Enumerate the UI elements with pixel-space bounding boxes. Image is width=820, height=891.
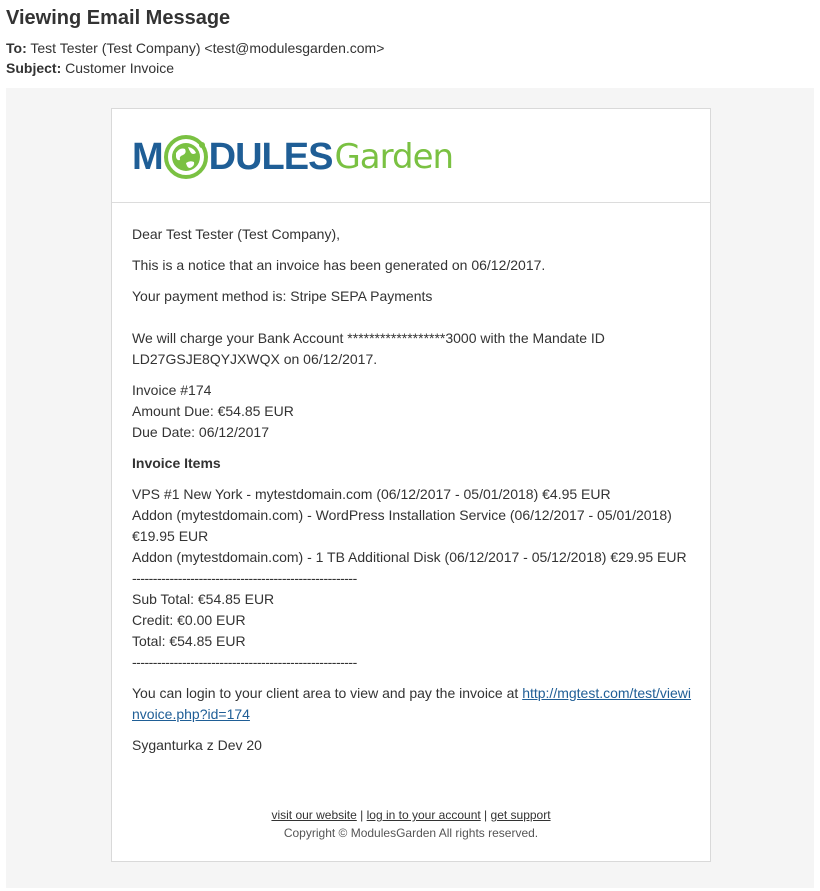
to-label: To:	[6, 40, 27, 56]
login-instructions: You can login to your client area to vie…	[132, 683, 697, 725]
footer-separator: |	[360, 808, 364, 822]
logo-text-garden: Garden	[334, 137, 454, 177]
get-support-link[interactable]: get support	[491, 808, 551, 822]
client-login-link[interactable]: log in to your account	[367, 808, 481, 822]
subject-value: Customer Invoice	[65, 60, 175, 76]
email-preview-frame: M DULES Garden Dear Test Tester (Test Co…	[6, 88, 814, 888]
footer-separator: |	[484, 808, 488, 822]
copyright-text: Copyright © ModulesGarden All rights res…	[283, 826, 539, 840]
credit: Credit: €0.00 EUR	[132, 612, 246, 628]
payment-method: Your payment method is: Stripe SEPA Paym…	[132, 288, 433, 304]
login-text: You can login to your client area to vie…	[132, 685, 523, 701]
invoice-item: Addon (mytestdomain.com) - WordPress Ins…	[132, 507, 672, 523]
total: Total: €54.85 EUR	[132, 633, 246, 649]
invoice-notice: This is a notice that an invoice has bee…	[132, 257, 546, 273]
logo-text-m: M	[132, 136, 164, 178]
greeting: Dear Test Tester (Test Company),	[132, 226, 341, 242]
email-footer: visit our website | log in to your accou…	[112, 806, 710, 842]
invoice-number: Invoice #174	[132, 382, 212, 398]
charge-line-2: LD27GSJE8QYJXWQX on 06/12/2017.	[132, 351, 378, 367]
invoice-summary: Invoice #174 Amount Due: €54.85 EUR Due …	[132, 380, 697, 443]
footer-links: visit our website | log in to your accou…	[112, 806, 710, 824]
email-card: M DULES Garden Dear Test Tester (Test Co…	[111, 108, 711, 862]
charge-line-1: We will charge your Bank Account *******…	[132, 330, 605, 346]
divider-line: ----------------------------------------…	[132, 654, 357, 670]
recipient-line: To: Test Tester (Test Company) <test@mod…	[6, 38, 384, 58]
invoice-items-heading: Invoice Items	[132, 455, 221, 471]
invoice-items-list: VPS #1 New York - mytestdomain.com (06/1…	[132, 484, 697, 673]
signature: Syganturka z Dev 20	[132, 737, 262, 753]
charge-notice: We will charge your Bank Account *******…	[132, 328, 697, 370]
email-header: M DULES Garden	[112, 109, 710, 203]
subject-label: Subject:	[6, 60, 62, 76]
subject-line: Subject: Customer Invoice	[6, 58, 174, 78]
page-title: Viewing Email Message	[6, 7, 231, 29]
visit-website-link[interactable]: visit our website	[271, 808, 356, 822]
due-date: Due Date: 06/12/2017	[132, 424, 269, 440]
email-body: Dear Test Tester (Test Company), This is…	[132, 224, 697, 766]
amount-due: Amount Due: €54.85 EUR	[132, 403, 294, 419]
invoice-item: Addon (mytestdomain.com) - 1 TB Addition…	[132, 549, 687, 565]
to-value: Test Tester (Test Company) <test@modules…	[30, 40, 385, 56]
sub-total: Sub Total: €54.85 EUR	[132, 591, 275, 607]
logo-text-dules: DULES	[208, 136, 334, 178]
invoice-item: VPS #1 New York - mytestdomain.com (06/1…	[132, 486, 611, 502]
modulesgarden-logo: M DULES Garden	[132, 131, 454, 183]
invoice-item: €19.95 EUR	[132, 528, 209, 544]
divider-line: ----------------------------------------…	[132, 570, 357, 586]
globe-icon	[163, 135, 208, 179]
